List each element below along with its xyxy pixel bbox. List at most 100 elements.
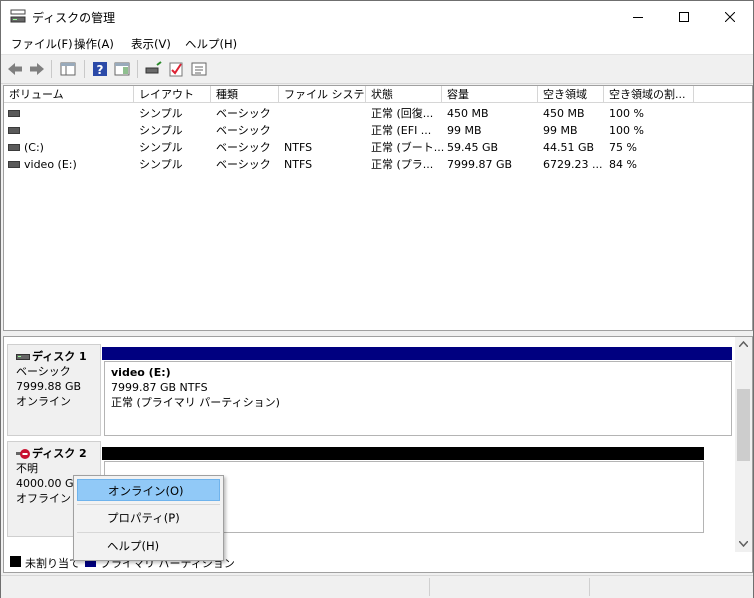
cell-free-space: 450 MB [543, 107, 585, 120]
column-filler [694, 86, 752, 103]
scroll-up-icon[interactable] [739, 341, 748, 347]
scroll-down-icon[interactable] [739, 541, 748, 547]
title-bar: ディスクの管理 [1, 1, 753, 32]
scrollbar-thumb[interactable] [737, 389, 750, 461]
disk-1-partition-bar [102, 347, 732, 360]
menu-help[interactable]: ヘルプ(H) [185, 36, 237, 52]
partition-name: video (E:) [111, 366, 171, 379]
cell-volume: (C:) [24, 141, 44, 154]
window-title: ディスクの管理 [32, 11, 116, 25]
partition-status: 正常 (プライマリ パーティション) [111, 396, 280, 409]
vertical-scrollbar[interactable] [735, 337, 752, 552]
menu-item-online[interactable]: オンライン(O) [77, 479, 220, 501]
cell-free-space: 44.51 GB [543, 141, 595, 154]
disk-1-status: オンライン [16, 395, 71, 408]
drive-icon [8, 110, 20, 117]
drive-icon [8, 161, 20, 168]
help-icon[interactable]: ? [91, 60, 109, 78]
cell-capacity: 59.45 GB [447, 141, 499, 154]
volume-list[interactable]: ボリューム レイアウト 種類 ファイル システム 状態 容量 空き領域 空き領域… [3, 85, 753, 331]
disk-management-window: ディスクの管理 ファイル(F) 操作(A) 表示(V) ヘルプ(H) ? ボリュ… [0, 0, 754, 598]
legend-swatch-unallocated [10, 556, 21, 567]
cell-filesystem: NTFS [284, 158, 313, 171]
menu-bar: ファイル(F) 操作(A) 表示(V) ヘルプ(H) [1, 32, 753, 54]
menu-action[interactable]: 操作(A) [74, 36, 114, 52]
table-row[interactable]: (C:) シンプル ベーシック NTFS 正常 (ブート... 59.45 GB… [4, 139, 752, 156]
back-icon[interactable] [6, 60, 24, 78]
menu-item-help[interactable]: ヘルプ(H) [77, 535, 220, 557]
disk-1-name: ディスク 1 [32, 350, 87, 363]
close-button[interactable] [707, 1, 753, 32]
cell-status: 正常 (EFI ... [371, 124, 432, 137]
menu-item-properties[interactable]: プロパティ(P) [77, 507, 220, 529]
table-row[interactable]: シンプル ベーシック 正常 (EFI ... 99 MB 99 MB 100 % [4, 122, 752, 139]
close-icon [725, 11, 735, 22]
disk-1-size: 7999.88 GB [16, 380, 82, 393]
toolbar-separator [51, 60, 52, 78]
disk-1-type: ベーシック [16, 365, 71, 378]
column-capacity[interactable]: 容量 [442, 86, 538, 103]
cell-capacity: 7999.87 GB [447, 158, 513, 171]
svg-text:?: ? [97, 63, 104, 77]
cell-layout: シンプル [139, 141, 183, 154]
forward-icon[interactable] [28, 60, 46, 78]
connect-drive-icon[interactable] [144, 60, 162, 78]
table-row[interactable]: シンプル ベーシック 正常 (回復... 450 MB 450 MB 100 % [4, 105, 752, 122]
partition-video-e[interactable]: video (E:) 7999.87 GB NTFS 正常 (プライマリ パーテ… [104, 361, 732, 436]
cell-type: ベーシック [216, 158, 271, 171]
disk-2-unallocated-bar [102, 447, 704, 460]
minimize-icon [633, 16, 643, 18]
column-free-space[interactable]: 空き領域 [538, 86, 604, 103]
disk-1-label[interactable]: ディスク 1 ベーシック 7999.88 GB オンライン [7, 344, 101, 436]
cell-free-space: 6729.23 ... [543, 158, 603, 171]
cell-capacity: 450 MB [447, 107, 489, 120]
menu-file[interactable]: ファイル(F) [11, 36, 73, 52]
cell-layout: シンプル [139, 107, 183, 120]
cell-type: ベーシック [216, 124, 271, 137]
legend-label-unallocated: 未割り当て [25, 557, 80, 570]
disk-2-name: ディスク 2 [32, 447, 87, 460]
cell-free-percent: 100 % [609, 124, 644, 137]
check-icon[interactable] [167, 60, 185, 78]
cell-type: ベーシック [216, 141, 271, 154]
toolbar-separator [84, 60, 85, 78]
cell-volume: video (E:) [24, 158, 77, 171]
console-tree-icon[interactable] [59, 60, 77, 78]
properties-icon[interactable] [190, 60, 208, 78]
partition-size-fs: 7999.87 GB NTFS [111, 381, 208, 394]
column-type[interactable]: 種類 [211, 86, 279, 103]
toolbar: ? [1, 54, 753, 84]
disk-icon [16, 354, 30, 360]
cell-status: 正常 (回復... [371, 107, 434, 120]
column-volume[interactable]: ボリューム [4, 86, 134, 103]
status-segment [589, 578, 590, 596]
column-filesystem[interactable]: ファイル システム [279, 86, 366, 103]
maximize-button[interactable] [661, 1, 707, 32]
cell-capacity: 99 MB [447, 124, 482, 137]
cell-layout: シンプル [139, 158, 183, 171]
cell-free-percent: 100 % [609, 107, 644, 120]
table-row[interactable]: video (E:) シンプル ベーシック NTFS 正常 (プラ... 799… [4, 156, 752, 173]
context-menu: オンライン(O) プロパティ(P) ヘルプ(H) [73, 475, 224, 561]
menu-view[interactable]: 表示(V) [131, 36, 171, 52]
column-free-percent[interactable]: 空き領域の割... [604, 86, 694, 103]
show-pane-icon[interactable] [113, 60, 131, 78]
cell-free-percent: 84 % [609, 158, 637, 171]
disk-2-type: 不明 [16, 462, 38, 475]
cell-status: 正常 (ブート... [371, 141, 445, 154]
cell-status: 正常 (プラ... [371, 158, 434, 171]
pane-splitter[interactable] [1, 331, 753, 335]
status-bar [1, 575, 753, 598]
status-segment [429, 578, 430, 596]
cell-layout: シンプル [139, 124, 183, 137]
disk-2-status: オフライン [16, 492, 71, 505]
offline-disk-icon [16, 449, 30, 459]
column-layout[interactable]: レイアウト [134, 86, 211, 103]
cell-free-space: 99 MB [543, 124, 578, 137]
menu-separator [77, 532, 220, 533]
drive-icon [8, 144, 20, 151]
toolbar-separator [137, 60, 138, 78]
minimize-button[interactable] [615, 1, 661, 32]
cell-free-percent: 75 % [609, 141, 637, 154]
column-status[interactable]: 状態 [366, 86, 442, 103]
